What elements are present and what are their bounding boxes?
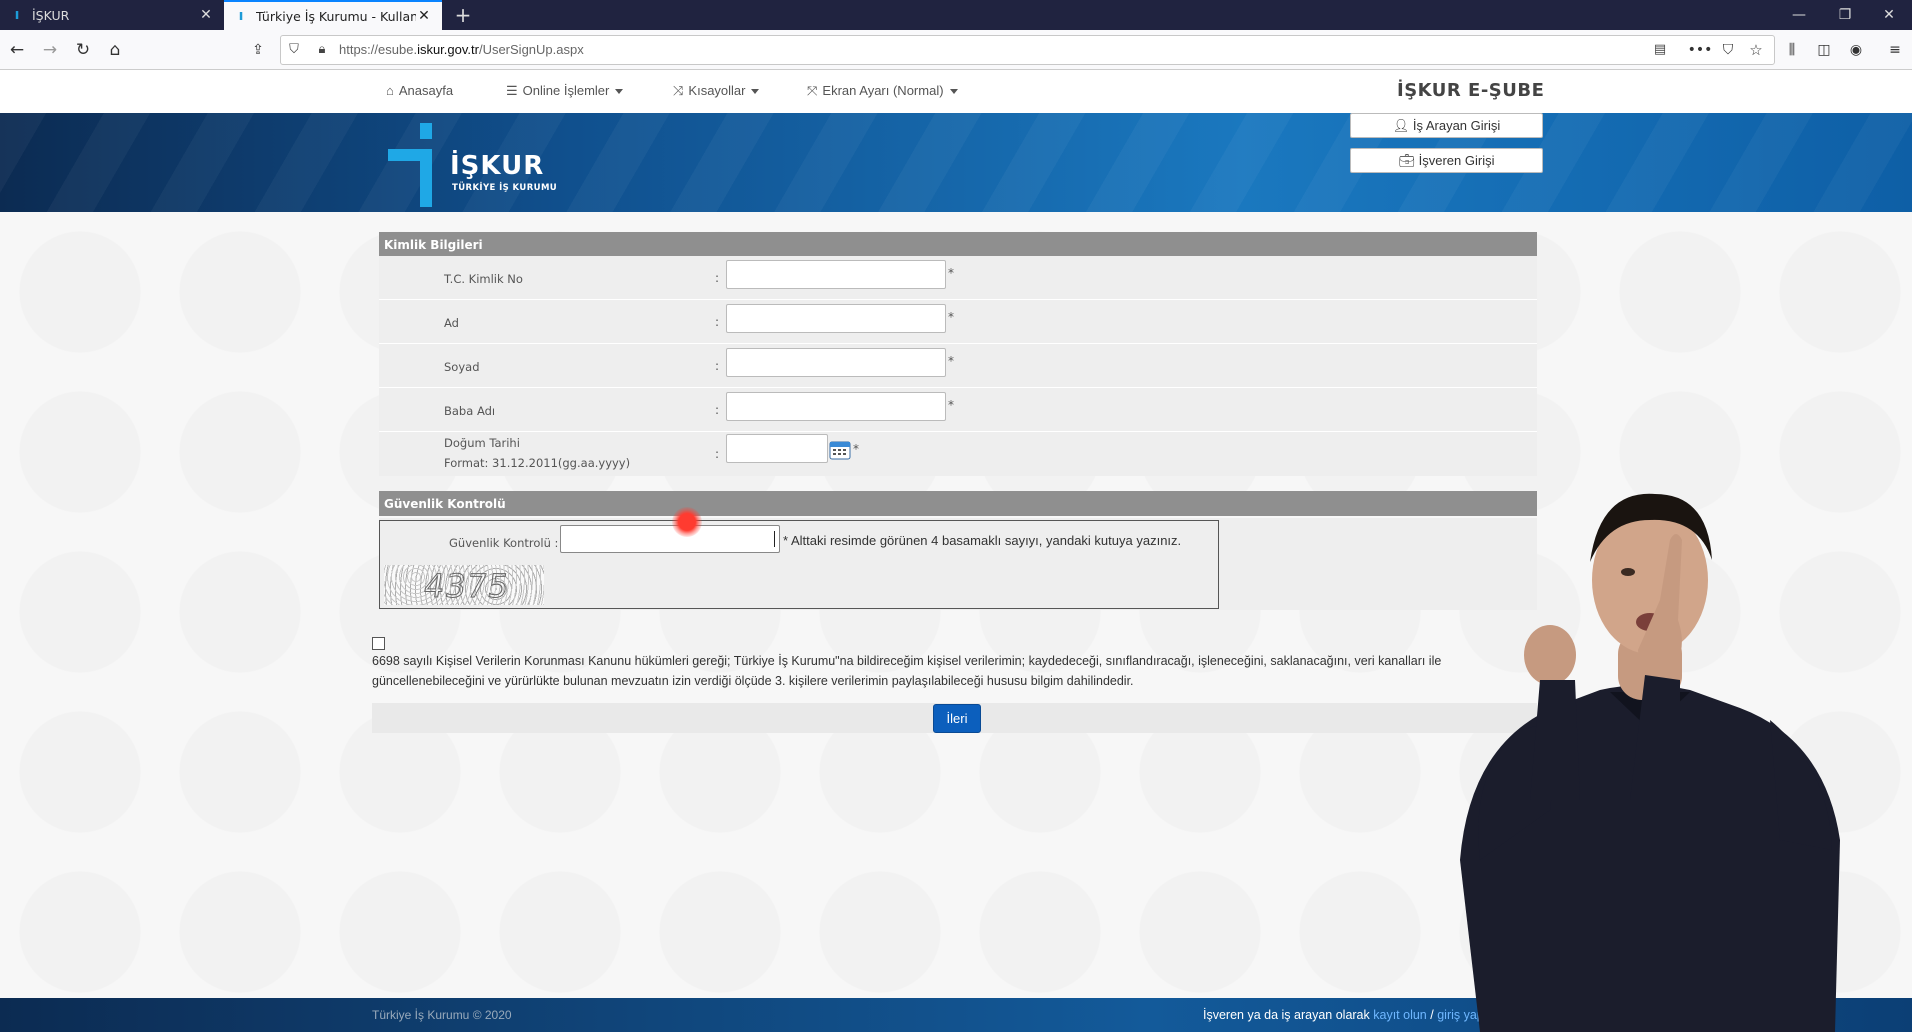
form-row: Baba Adı : * [379,388,1537,432]
minimize-icon[interactable]: — [1776,0,1822,30]
logo-subtitle: TÜRKİYE İŞ KURUMU [452,183,558,193]
restore-icon[interactable]: ❐ [1822,0,1868,30]
close-tab-icon[interactable]: ✕ [198,7,214,23]
security-box: Güvenlik Kontrolü : * Alttaki resimde gö… [379,520,1219,609]
next-button[interactable]: İleri [933,704,981,733]
library-icon[interactable]: ⫼ [1777,36,1807,64]
extension-icon[interactable]: ⇪ [243,36,273,64]
reload-button[interactable]: ↻ [68,36,98,64]
browser-tab-active[interactable]: ı Türkiye İş Kurumu - Kullanıcı K ✕ [224,0,442,30]
resize-icon: ⤧ [807,83,818,98]
url-text[interactable]: https://esube.iskur.gov.tr/UserSignUp.as… [339,42,584,57]
form-row: Soyad : * [379,344,1537,388]
site-brand-title: İŞKUR E-ŞUBE [1397,80,1545,101]
browser-tab[interactable]: ı İŞKUR ✕ [0,0,224,30]
menu-kisayollar[interactable]: ⤨ Kısayollar [673,83,760,99]
sign-language-interpreter-video [1460,493,1840,1032]
list-icon: ☰ [506,83,518,98]
security-panel: Güvenlik Kontrolü : * Alttaki resimde gö… [379,518,1537,610]
job-seeker-login-button[interactable]: 👤︎ İş Arayan Girişi [1350,113,1543,138]
form-row: Ad : * [379,300,1537,344]
iskur-favicon-icon: ı [14,7,20,23]
menu-ekran-ayari[interactable]: ⤧ Ekran Ayarı (Normal) [807,83,958,99]
birth-date-label: Doğum Tarihi [444,436,520,450]
tab-title: İŞKUR [32,7,70,23]
url-bar[interactable]: ⛉ 🔒︎ https://esube.iskur.gov.tr/UserSign… [280,35,1775,65]
reader-view-icon[interactable]: ▤ [1649,40,1671,60]
baba-adi-input[interactable] [726,392,946,421]
baba-adi-label: Baba Adı [444,404,496,418]
birth-date-input[interactable] [726,434,828,463]
browser-tab-bar: ı İŞKUR ✕ ı Türkiye İş Kurumu - Kullanıc… [0,0,1912,30]
kvkk-consent-text: 6698 sayılı Kişisel Verilerin Korunması … [372,654,1442,688]
ad-label: Ad [444,316,459,330]
briefcase-icon: 💼︎ [1398,153,1419,168]
home-icon: ⌂ [386,83,394,98]
shuffle-icon: ⤨ [673,83,684,98]
soyad-input[interactable] [726,348,946,377]
menu-online-islemler[interactable]: ☰ Online İşlemler [506,83,624,99]
caret-down-icon [949,89,958,95]
menu-home[interactable]: ⌂ Anasayfa [386,83,453,98]
security-label: Güvenlik Kontrolü : [449,536,559,550]
employer-login-button[interactable]: 💼︎ İşveren Girişi [1350,148,1543,173]
security-section-header: Güvenlik Kontrolü [379,491,1537,516]
close-tab-icon[interactable]: ✕ [416,8,432,24]
click-indicator [672,507,702,537]
identity-form-panel: T.C. Kimlik No : * Ad : * Soyad : * Baba… [379,256,1537,476]
shield-icon[interactable]: ⛉ [283,40,305,60]
lock-icon[interactable]: 🔒︎ [311,40,333,60]
new-tab-button[interactable]: + [450,2,476,28]
home-button[interactable]: ⌂ [100,36,130,64]
window-close-icon[interactable]: ✕ [1866,0,1912,30]
site-banner: İŞKUR TÜRKİYE İŞ KURUMU [0,113,1912,212]
tab-title: Türkiye İş Kurumu - Kullanıcı K [256,8,416,24]
soyad-label: Soyad [444,360,480,374]
caret-down-icon [751,89,760,95]
security-hint: * Alttaki resimde görünen 4 basamaklı sa… [783,533,1182,548]
tc-kimlik-label: T.C. Kimlik No [444,272,523,286]
site-menu-bar: ⌂ Anasayfa ☰ Online İşlemler ⤨ Kısayollar ⤧… [0,71,1912,113]
logo-text: İŞKUR [450,151,545,181]
footer-copyright: Türkiye İş Kurumu © 2020 [372,1008,512,1022]
forward-button[interactable]: → [35,36,65,64]
caret-down-icon [615,89,624,95]
bookmark-star-icon[interactable]: ☆ [1741,36,1771,64]
ad-input[interactable] [726,304,946,333]
calendar-icon[interactable] [829,440,851,460]
iskur-favicon-icon: ı [238,8,244,24]
captcha-image: 4375 [384,565,544,605]
pocket-icon[interactable]: ⛉ [1713,36,1743,64]
birth-date-format: Format: 31.12.2011(gg.aa.yyyy) [444,456,631,470]
user-icon: 👤︎ [1392,118,1413,133]
tc-kimlik-input[interactable] [726,260,946,289]
text-cursor [774,531,775,547]
register-link[interactable]: kayıt olun [1373,1008,1427,1022]
security-code-input[interactable] [560,525,780,553]
identity-section-header: Kimlik Bilgileri [379,232,1537,257]
menu-icon[interactable]: ≡ [1880,36,1910,64]
more-actions-icon[interactable]: ••• [1685,36,1715,64]
kvkk-consent-checkbox[interactable] [372,637,385,650]
back-button[interactable]: ← [2,36,32,64]
account-icon[interactable]: ◉ [1841,36,1871,64]
form-row: Doğum Tarihi Format: 31.12.2011(gg.aa.yy… [444,434,859,470]
sidebar-icon[interactable]: ◫ [1809,36,1839,64]
form-row: T.C. Kimlik No : * [379,256,1537,300]
captcha-digits: 4375 [421,567,513,606]
browser-nav-bar: ← → ↻ ⌂ ⇪ ⛉ 🔒︎ https://esube.iskur.gov.t… [0,30,1912,70]
